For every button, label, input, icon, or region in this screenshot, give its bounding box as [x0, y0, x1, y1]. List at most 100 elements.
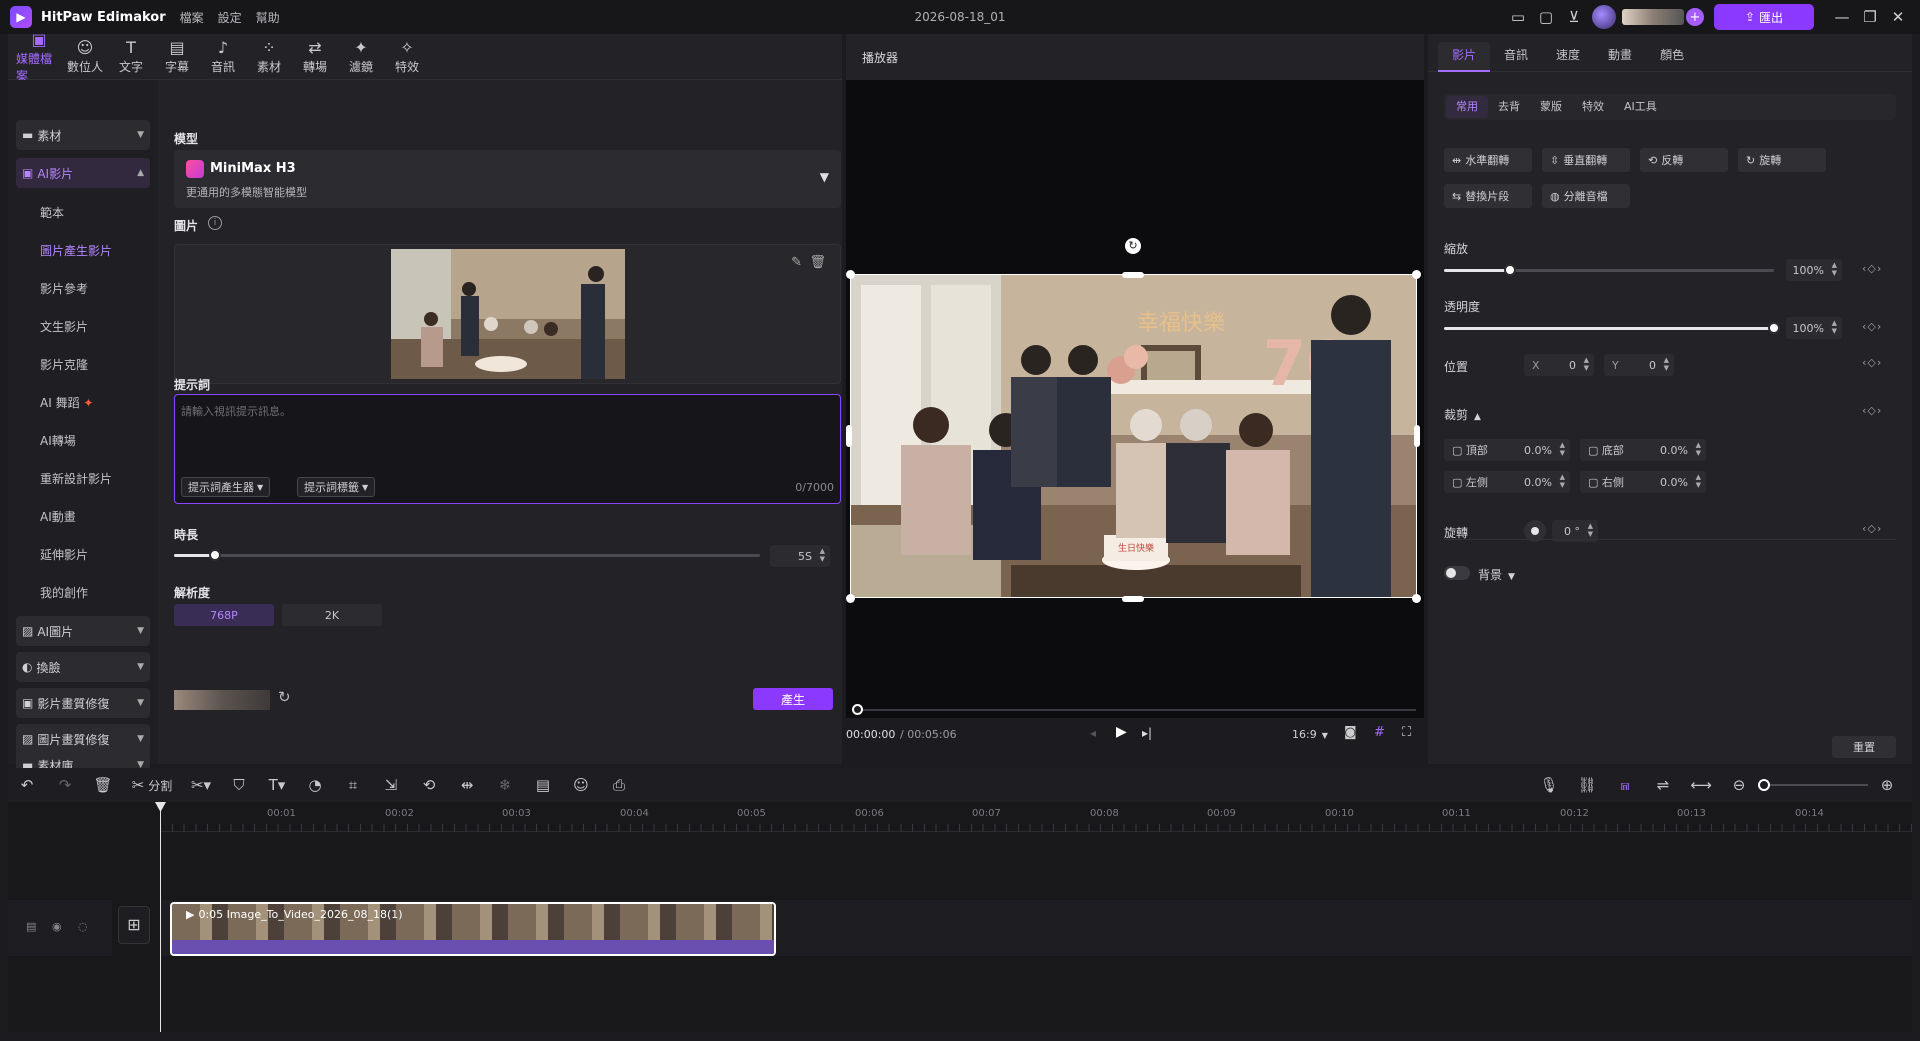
edit-icon[interactable]: ✎ — [791, 255, 802, 270]
resize-icon[interactable]: ⇲ — [372, 768, 410, 802]
scrub-knob[interactable] — [852, 704, 863, 715]
mirror-icon[interactable]: ⇹ — [448, 768, 486, 802]
flip-horizontal-button[interactable]: ⇹ 水準翻轉 — [1444, 148, 1532, 172]
image-upload-area[interactable]: ✎ 🗑 — [174, 244, 841, 384]
timeline[interactable]: 00:01 00:02 00:03 00:04 00:05 00:06 00:0… — [8, 802, 1912, 1032]
microphone-icon[interactable]: 🎙 — [1530, 768, 1568, 802]
subtab-common[interactable]: 常用 — [1446, 96, 1488, 118]
subitem-ai-transition[interactable]: AI轉場 — [40, 432, 76, 449]
play-icon[interactable]: ▶ — [1116, 724, 1127, 740]
menu-help[interactable]: 幫助 — [256, 9, 280, 26]
undo-icon[interactable]: ↶ — [8, 768, 46, 802]
zoom-knob[interactable] — [1758, 779, 1770, 791]
ai-split-icon[interactable]: ✂▾ — [182, 768, 220, 802]
generate-button[interactable]: 產生 — [753, 688, 833, 710]
stepper-icon[interactable]: ▲ ▼ — [820, 547, 825, 563]
subtab-remove-bg[interactable]: 去背 — [1488, 96, 1530, 118]
next-frame-icon[interactable]: ▸| — [1142, 726, 1152, 740]
resolution-2k[interactable]: 2K — [282, 604, 382, 626]
minimize-icon[interactable]: — — [1828, 3, 1856, 31]
stepper-icon[interactable]: ▲ ▼ — [1832, 261, 1837, 277]
face-icon[interactable]: ☺ — [562, 768, 600, 802]
feedback-icon[interactable]: ▢ — [1532, 3, 1560, 31]
duration-slider[interactable] — [174, 549, 760, 561]
opacity-value[interactable]: 100% ▲ ▼ — [1786, 317, 1842, 339]
subitem-video-reference[interactable]: 影片參考 — [40, 280, 88, 297]
delete-icon[interactable]: 🗑 — [84, 768, 122, 802]
snap-icon[interactable]: ⇌ — [1644, 768, 1682, 802]
menu-file[interactable]: 檔案 — [180, 9, 204, 26]
tab-audio[interactable]: 音訊 — [1490, 42, 1542, 72]
tool-text[interactable]: T 文字 — [108, 34, 154, 80]
crop-icon[interactable]: ⌗ — [334, 768, 372, 802]
lock-icon[interactable]: ▤ — [26, 920, 36, 933]
snapshot-icon[interactable]: ◙ — [1344, 725, 1357, 740]
category-face-swap[interactable]: ◐ 換臉 ▼ — [16, 652, 150, 682]
layout-icon[interactable]: ▭ — [1504, 3, 1532, 31]
scale-slider[interactable] — [1444, 264, 1774, 276]
resize-handle[interactable] — [1412, 594, 1421, 603]
subtab-mask[interactable]: 蒙版 — [1530, 96, 1572, 118]
resize-handle[interactable] — [1412, 270, 1421, 279]
fullscreen-icon[interactable]: ⛶ — [1402, 725, 1411, 740]
preview-frame[interactable]: 幸福快樂 生日快樂 70 — [850, 274, 1417, 598]
subitem-extend-video[interactable]: 延伸影片 — [40, 546, 88, 563]
prompt-tags-button[interactable]: 提示詞標籤 ▼ — [297, 477, 376, 497]
delete-icon[interactable]: 🗑 — [809, 255, 826, 270]
reset-button[interactable]: 重置 — [1832, 736, 1896, 758]
export-frame-icon[interactable]: ⎙ — [600, 768, 638, 802]
opacity-slider-knob[interactable] — [1768, 322, 1780, 334]
flip-vertical-button[interactable]: ⇳ 垂直翻轉 — [1542, 148, 1630, 172]
category-materials[interactable]: ▬ 素材 ▼ — [16, 120, 150, 150]
magnet-icon[interactable]: ⩎ — [1606, 768, 1644, 802]
video-track[interactable]: ▶ 0:05 Image_To_Video_2026_08_18(1) — [160, 900, 1912, 956]
zoom-out-icon[interactable]: ⊖ — [1720, 768, 1758, 802]
model-selector[interactable]: MiniMax H3 更通用的多模態智能模型 ▼ — [174, 150, 841, 208]
link-icon[interactable]: ⛓ — [1568, 768, 1606, 802]
subitem-ai-dance[interactable]: AI 舞蹈 ✦ — [40, 394, 93, 411]
tool-effects[interactable]: ✧ 特效 — [384, 34, 430, 80]
tool-subtitle[interactable]: ▤ 字幕 — [154, 34, 200, 80]
marker-icon[interactable]: ⛉ — [220, 768, 258, 802]
category-ai-video[interactable]: ▣ AI影片 ▲ — [16, 158, 150, 188]
speed-icon[interactable]: ◔ — [296, 768, 334, 802]
reverse-button[interactable]: ⟲ 反轉 — [1640, 148, 1728, 172]
playhead[interactable] — [160, 802, 161, 1032]
user-avatar[interactable] — [1592, 5, 1616, 29]
subitem-text-to-video[interactable]: 文生影片 — [40, 318, 88, 335]
keyframe-icon[interactable]: ‹◇› — [1862, 356, 1882, 369]
subitem-ai-animation[interactable]: AI動畫 — [40, 508, 76, 525]
fit-icon[interactable]: ⟷ — [1682, 768, 1720, 802]
resize-handle-bottom[interactable] — [1122, 596, 1144, 602]
close-icon[interactable]: ✕ — [1884, 3, 1912, 31]
tool-media[interactable]: ▣ 媒體檔案 — [16, 30, 62, 83]
duration-value[interactable]: 5S ▲ ▼ — [770, 545, 830, 567]
resize-handle[interactable] — [846, 270, 855, 279]
upgrade-plus-icon[interactable]: + — [1686, 8, 1704, 26]
resize-handle[interactable] — [846, 594, 855, 603]
detach-audio-button[interactable]: ◍ 分離音檔 — [1542, 184, 1630, 208]
freeze-icon[interactable]: ❄ — [486, 768, 524, 802]
position-y-input[interactable]: Y 0 ▲ ▼ — [1604, 354, 1674, 376]
subitem-image-to-video[interactable]: 圖片產生影片 — [40, 242, 112, 259]
info-icon[interactable]: i — [208, 216, 222, 230]
scale-slider-knob[interactable] — [1504, 264, 1516, 276]
subtab-ai-tools[interactable]: AI工具 — [1614, 96, 1667, 118]
scale-value[interactable]: 100% ▲ ▼ — [1786, 259, 1842, 281]
text-icon[interactable]: T▾ — [258, 768, 296, 802]
keyframe-icon[interactable]: ‹◇› — [1862, 262, 1882, 275]
duration-slider-knob[interactable] — [209, 549, 222, 561]
opacity-slider[interactable] — [1444, 322, 1780, 334]
background-toggle[interactable] — [1444, 566, 1470, 580]
refresh-icon[interactable]: ↻ — [278, 688, 291, 706]
resize-handle-right[interactable] — [1414, 425, 1420, 447]
video-canvas[interactable]: ↻ 幸福快樂 生日快樂 70 — [846, 80, 1424, 740]
stepper-icon[interactable]: ▲ ▼ — [1560, 441, 1565, 457]
stepper-icon[interactable]: ▲ ▼ — [1832, 319, 1837, 335]
subitem-video-clone[interactable]: 影片克隆 — [40, 356, 88, 373]
zoom-in-icon[interactable]: ⊕ — [1868, 768, 1906, 802]
subtab-effects[interactable]: 特效 — [1572, 96, 1614, 118]
menu-settings[interactable]: 設定 — [218, 9, 242, 26]
rotate-button[interactable]: ↻ 旋轉 — [1738, 148, 1826, 172]
tool-filter[interactable]: ✦ 濾鏡 — [338, 34, 384, 80]
